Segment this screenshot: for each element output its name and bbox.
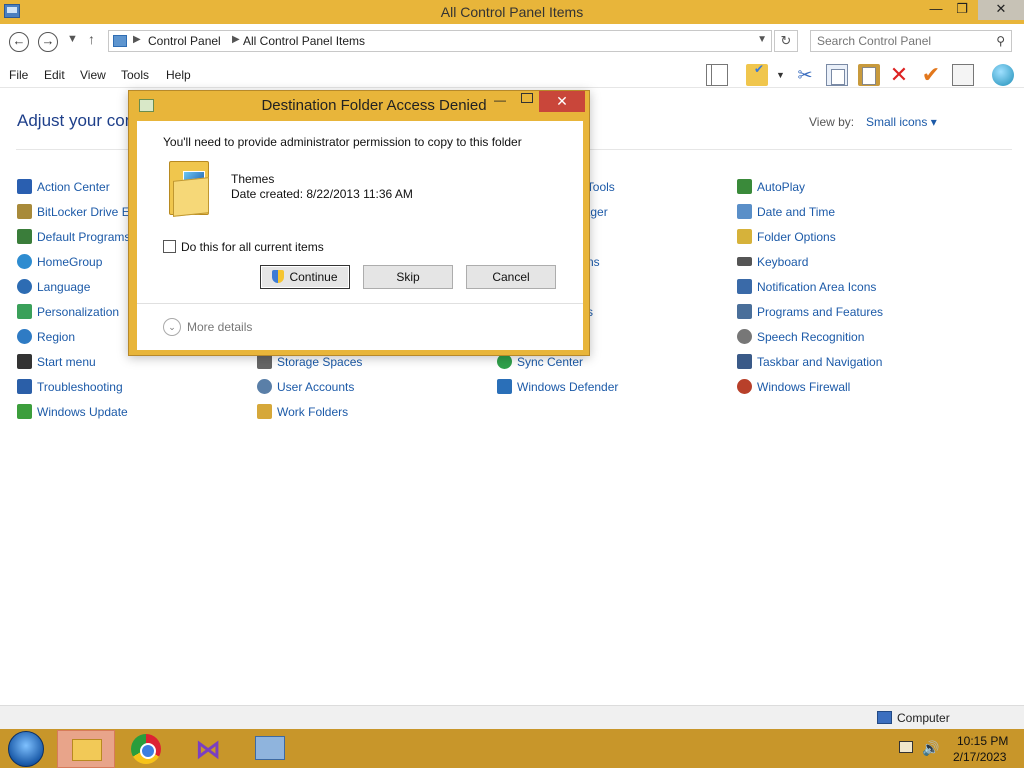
delete-icon[interactable]: ✕	[888, 64, 910, 86]
notification-icon	[737, 279, 752, 294]
refresh-button[interactable]: ↻	[774, 30, 798, 52]
apply-all-checkbox[interactable]	[163, 240, 176, 253]
up-button[interactable]: ↑	[88, 31, 95, 47]
taskbar: ⋈ 🔊 10:15 PM 2/17/2023	[0, 729, 1024, 768]
control-panel-icon	[255, 736, 285, 760]
skip-button[interactable]: Skip	[363, 265, 453, 289]
folder-icon	[169, 155, 213, 217]
chevron-right-icon[interactable]: ▶	[133, 34, 141, 45]
clock-time[interactable]: 10:15 PM	[957, 734, 1008, 748]
start-button[interactable]	[8, 731, 44, 767]
rename-icon[interactable]	[952, 64, 974, 86]
maximize-button[interactable]: ❐	[948, 0, 976, 20]
minimize-button[interactable]: —	[922, 0, 950, 20]
clock-date[interactable]: 2/17/2023	[953, 750, 1006, 764]
divider	[137, 303, 583, 304]
troubleshooting-icon	[17, 379, 32, 394]
personalization-icon	[17, 304, 32, 319]
breadcrumb-all-items[interactable]: All Control Panel Items	[243, 34, 365, 48]
autoplay-icon	[737, 179, 752, 194]
back-button[interactable]: ←	[9, 32, 29, 52]
menu-view[interactable]: View	[80, 68, 106, 82]
default-programs-icon	[17, 229, 32, 244]
folder-date: Date created: 8/22/2013 11:36 AM	[231, 187, 413, 201]
folder-name: Themes	[231, 172, 275, 186]
status-location: Computer	[897, 711, 950, 725]
view-by-dropdown[interactable]: Small icons ▾	[866, 115, 937, 129]
programs-icon	[737, 304, 752, 319]
microphone-icon	[737, 329, 752, 344]
search-input[interactable]	[817, 33, 987, 49]
recent-locations-dropdown[interactable]: ▼	[67, 33, 78, 45]
taskbar-visual-studio[interactable]: ⋈	[177, 730, 235, 768]
taskbar-control-panel[interactable]	[241, 730, 299, 768]
chevron-down-icon[interactable]: ▼	[776, 70, 785, 80]
cancel-button[interactable]: Cancel	[466, 265, 556, 289]
bitlocker-icon	[17, 204, 32, 219]
language-icon	[17, 279, 32, 294]
copy-icon[interactable]	[826, 64, 848, 86]
folder-options-icon	[737, 229, 752, 244]
apply-all-label[interactable]: Do this for all current items	[181, 240, 324, 254]
taskbar-chrome[interactable]	[117, 730, 175, 768]
dialog-minimize-button[interactable]: —	[494, 93, 506, 107]
chevron-right-icon[interactable]: ▶	[232, 34, 240, 45]
dialog-close-button[interactable]: ✕	[539, 91, 585, 112]
folder-icon	[257, 404, 272, 419]
network-icon[interactable]	[899, 741, 913, 753]
dialog-body: You'll need to provide administrator per…	[137, 121, 583, 350]
continue-button[interactable]: Continue	[260, 265, 350, 289]
search-box[interactable]: ⚲	[810, 30, 1012, 52]
globe-icon[interactable]	[992, 64, 1014, 86]
search-icon[interactable]: ⚲	[996, 34, 1005, 48]
menu-file[interactable]: File	[9, 68, 28, 82]
chrome-icon	[131, 734, 161, 764]
folder-select-icon[interactable]	[746, 62, 768, 86]
computer-icon	[877, 711, 892, 724]
storage-spaces-icon	[257, 354, 272, 369]
flag-icon	[17, 179, 32, 194]
visual-studio-icon: ⋈	[195, 734, 221, 764]
defender-icon	[497, 379, 512, 394]
menu-edit[interactable]: Edit	[44, 68, 65, 82]
clock-icon	[737, 204, 752, 219]
window-titlebar: All Control Panel Items — ❐ ✕	[0, 0, 1024, 24]
control-panel-icon	[113, 35, 127, 47]
address-dropdown-icon[interactable]: ▼	[757, 34, 767, 45]
menu-tools[interactable]: Tools	[121, 68, 149, 82]
address-input[interactable]: ▶ Control Panel ▶ All Control Panel Item…	[108, 30, 772, 52]
checkmark-icon[interactable]: ✔	[920, 64, 942, 86]
windows-update-icon	[17, 404, 32, 419]
status-bar: Computer	[0, 705, 1024, 729]
dialog-message: You'll need to provide administrator per…	[163, 135, 522, 149]
taskbar-icon	[737, 354, 752, 369]
user-accounts-icon	[257, 379, 272, 394]
view-by-label: View by:	[809, 115, 855, 129]
dialog-title: Destination Folder Access Denied	[261, 97, 487, 114]
forward-button[interactable]: →	[38, 32, 58, 52]
menu-help[interactable]: Help	[166, 68, 191, 82]
homegroup-icon	[17, 254, 32, 269]
paste-icon[interactable]	[858, 64, 880, 86]
layout-pane-icon[interactable]	[706, 64, 728, 86]
access-denied-dialog: Destination Folder Access Denied — ✕ You…	[128, 90, 590, 356]
sync-icon	[497, 354, 512, 369]
keyboard-icon	[737, 257, 752, 266]
start-menu-icon	[17, 354, 32, 369]
globe-clock-icon	[17, 329, 32, 344]
file-explorer-icon	[72, 739, 102, 761]
expand-icon[interactable]: ⌄	[163, 318, 181, 336]
close-button[interactable]: ✕	[978, 0, 1024, 20]
volume-icon[interactable]: 🔊	[922, 740, 939, 757]
taskbar-file-explorer[interactable]	[57, 730, 115, 768]
dialog-maximize-button[interactable]	[521, 93, 533, 103]
more-details-link[interactable]: More details	[187, 320, 252, 334]
window-title: All Control Panel Items	[440, 4, 584, 20]
cut-icon[interactable]: ✂	[794, 64, 816, 86]
address-bar: ← → ▼ ↑ ▶ Control Panel ▶ All Control Pa…	[0, 24, 1024, 60]
firewall-icon	[737, 379, 752, 394]
breadcrumb-control-panel[interactable]: Control Panel	[148, 34, 221, 48]
uac-shield-icon	[272, 270, 285, 283]
menu-bar: File Edit View Tools Help ▼ ✂ ✕ ✔	[0, 62, 1024, 88]
